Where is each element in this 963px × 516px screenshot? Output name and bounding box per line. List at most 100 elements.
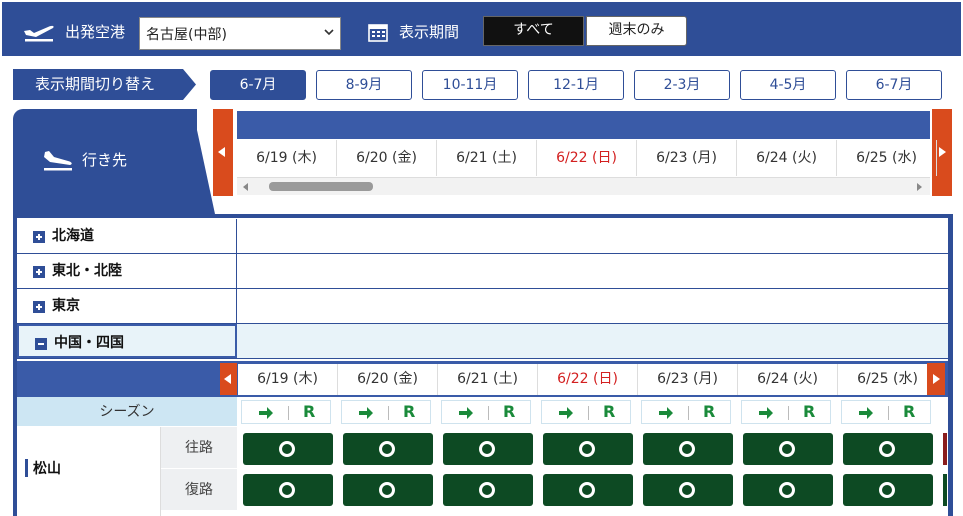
horizontal-scrollbar[interactable] — [237, 177, 930, 195]
season-code: R — [803, 402, 816, 421]
month-tab[interactable]: 6-7月 — [846, 70, 942, 100]
region-name[interactable]: 東京 — [17, 289, 237, 323]
available-circle-icon — [679, 441, 695, 457]
period-switch-label: 表示期間切り替え — [13, 69, 196, 100]
return-availability-cell[interactable] — [543, 474, 633, 506]
arrow-right-icon — [859, 407, 873, 419]
period-all-button[interactable]: すべて — [483, 16, 584, 46]
collapse-icon[interactable] — [35, 338, 47, 350]
outbound-availability-cell[interactable] — [343, 433, 433, 465]
region-row[interactable]: 中国・四国 — [17, 324, 948, 359]
region-name[interactable]: 中国・四国 — [17, 324, 237, 358]
date-cell: 6/19 (木) — [237, 140, 337, 176]
season-code: R — [703, 402, 716, 421]
available-circle-icon — [879, 482, 895, 498]
departure-airport-value: 名古屋(中部) — [146, 27, 227, 43]
date-cell: 6/25 (水) — [837, 140, 937, 176]
region-label: 東京 — [52, 298, 80, 314]
city-cell: 松山 — [17, 427, 161, 516]
return-availability-cell[interactable] — [843, 474, 933, 506]
season-cell: R — [341, 400, 431, 424]
caret-left-icon — [224, 374, 231, 384]
month-tab[interactable]: 10-11月 — [422, 70, 518, 100]
region-row[interactable]: 東京 — [17, 289, 948, 324]
outbound-availability-cell[interactable] — [243, 433, 333, 465]
calendar-icon — [368, 24, 388, 42]
season-cell: R — [841, 400, 931, 424]
region-row[interactable]: 東北・北陸 — [17, 254, 948, 289]
departure-airport-label: 出発空港 — [65, 23, 126, 41]
available-circle-icon — [279, 482, 295, 498]
available-circle-icon — [479, 482, 495, 498]
month-tab[interactable]: 4-5月 — [740, 70, 836, 100]
outbound-availability-cell[interactable] — [743, 433, 833, 465]
available-circle-icon — [579, 482, 595, 498]
available-circle-icon — [579, 441, 595, 457]
return-availability-cell[interactable] — [643, 474, 733, 506]
date-strip-bar — [237, 111, 930, 139]
season-code: R — [903, 402, 916, 421]
month-tab[interactable]: 8-9月 — [316, 70, 412, 100]
season-separator — [388, 406, 389, 420]
outbound-availability-cell[interactable] — [643, 433, 733, 465]
available-circle-icon — [779, 441, 795, 457]
destination-label: 行き先 — [82, 151, 128, 169]
region-label: 東北・北陸 — [52, 263, 122, 279]
expand-icon[interactable] — [33, 266, 45, 278]
region-label: 北海道 — [52, 228, 94, 244]
season-separator — [488, 406, 489, 420]
month-tab[interactable]: 2-3月 — [634, 70, 730, 100]
outbound-availability-cell[interactable] — [443, 433, 533, 465]
month-tab[interactable]: 12-1月 — [528, 70, 624, 100]
available-circle-icon — [679, 482, 695, 498]
date-cell: 6/25 (水) — [838, 364, 927, 395]
date-cell: 6/21 (土) — [438, 364, 538, 395]
region-name[interactable]: 東北・北陸 — [17, 254, 237, 288]
date-cell: 6/24 (火) — [737, 140, 837, 176]
region-row[interactable]: 北海道 — [17, 219, 948, 254]
available-circle-icon — [479, 441, 495, 457]
scroll-right-arrow-icon[interactable] — [917, 183, 922, 191]
return-availability-cell[interactable] — [443, 474, 533, 506]
outbound-availability-cell[interactable] — [843, 433, 933, 465]
expand-icon[interactable] — [33, 231, 45, 243]
season-separator — [888, 406, 889, 420]
schedule-next-button[interactable] — [927, 363, 945, 395]
month-tab[interactable]: 6-7月 — [210, 70, 306, 100]
date-cell: 6/23 (月) — [637, 140, 737, 176]
schedule-prev-button[interactable] — [220, 363, 237, 395]
season-separator — [688, 406, 689, 420]
season-cell: R — [441, 400, 531, 424]
city-name: 松山 — [33, 461, 61, 477]
schedule-date-row: 6/19 (木) 6/20 (金) 6/21 (土) 6/22 (日) 6/23 (月)… — [238, 364, 927, 395]
departure-plane-icon — [24, 25, 54, 42]
available-circle-icon — [379, 482, 395, 498]
date-cell: 6/20 (金) — [338, 364, 438, 395]
date-cell: 6/19 (木) — [238, 364, 338, 395]
scroll-left-arrow-icon[interactable] — [243, 183, 248, 191]
season-separator — [788, 406, 789, 420]
display-period-label: 表示期間 — [399, 23, 460, 41]
return-availability-cell[interactable] — [343, 474, 433, 506]
panel-edge — [948, 218, 953, 516]
available-circle-icon — [879, 441, 895, 457]
scrollbar-thumb[interactable] — [269, 182, 373, 191]
arrow-right-icon — [459, 407, 473, 419]
date-header-row: 6/19 (木) 6/20 (金) 6/21 (土) 6/22 (日) 6/23 (月)… — [237, 140, 937, 176]
prev-dates-button[interactable] — [213, 109, 233, 196]
outbound-availability-cell[interactable] — [543, 433, 633, 465]
expand-icon[interactable] — [33, 301, 45, 313]
return-availability-cell[interactable] — [743, 474, 833, 506]
season-cell: R — [741, 400, 831, 424]
available-circle-icon — [779, 482, 795, 498]
period-weekend-button[interactable]: 週末のみ — [586, 16, 687, 46]
season-cell: R — [541, 400, 631, 424]
city-marker — [25, 459, 28, 477]
return-availability-cell[interactable] — [243, 474, 333, 506]
arrow-right-icon — [359, 407, 373, 419]
partial-cell-edge — [943, 433, 947, 465]
region-name[interactable]: 北海道 — [17, 219, 237, 253]
departure-airport-select[interactable]: 名古屋(中部) — [139, 17, 341, 50]
date-cell: 6/22 (日) — [538, 364, 638, 395]
arrow-right-icon — [759, 407, 773, 419]
